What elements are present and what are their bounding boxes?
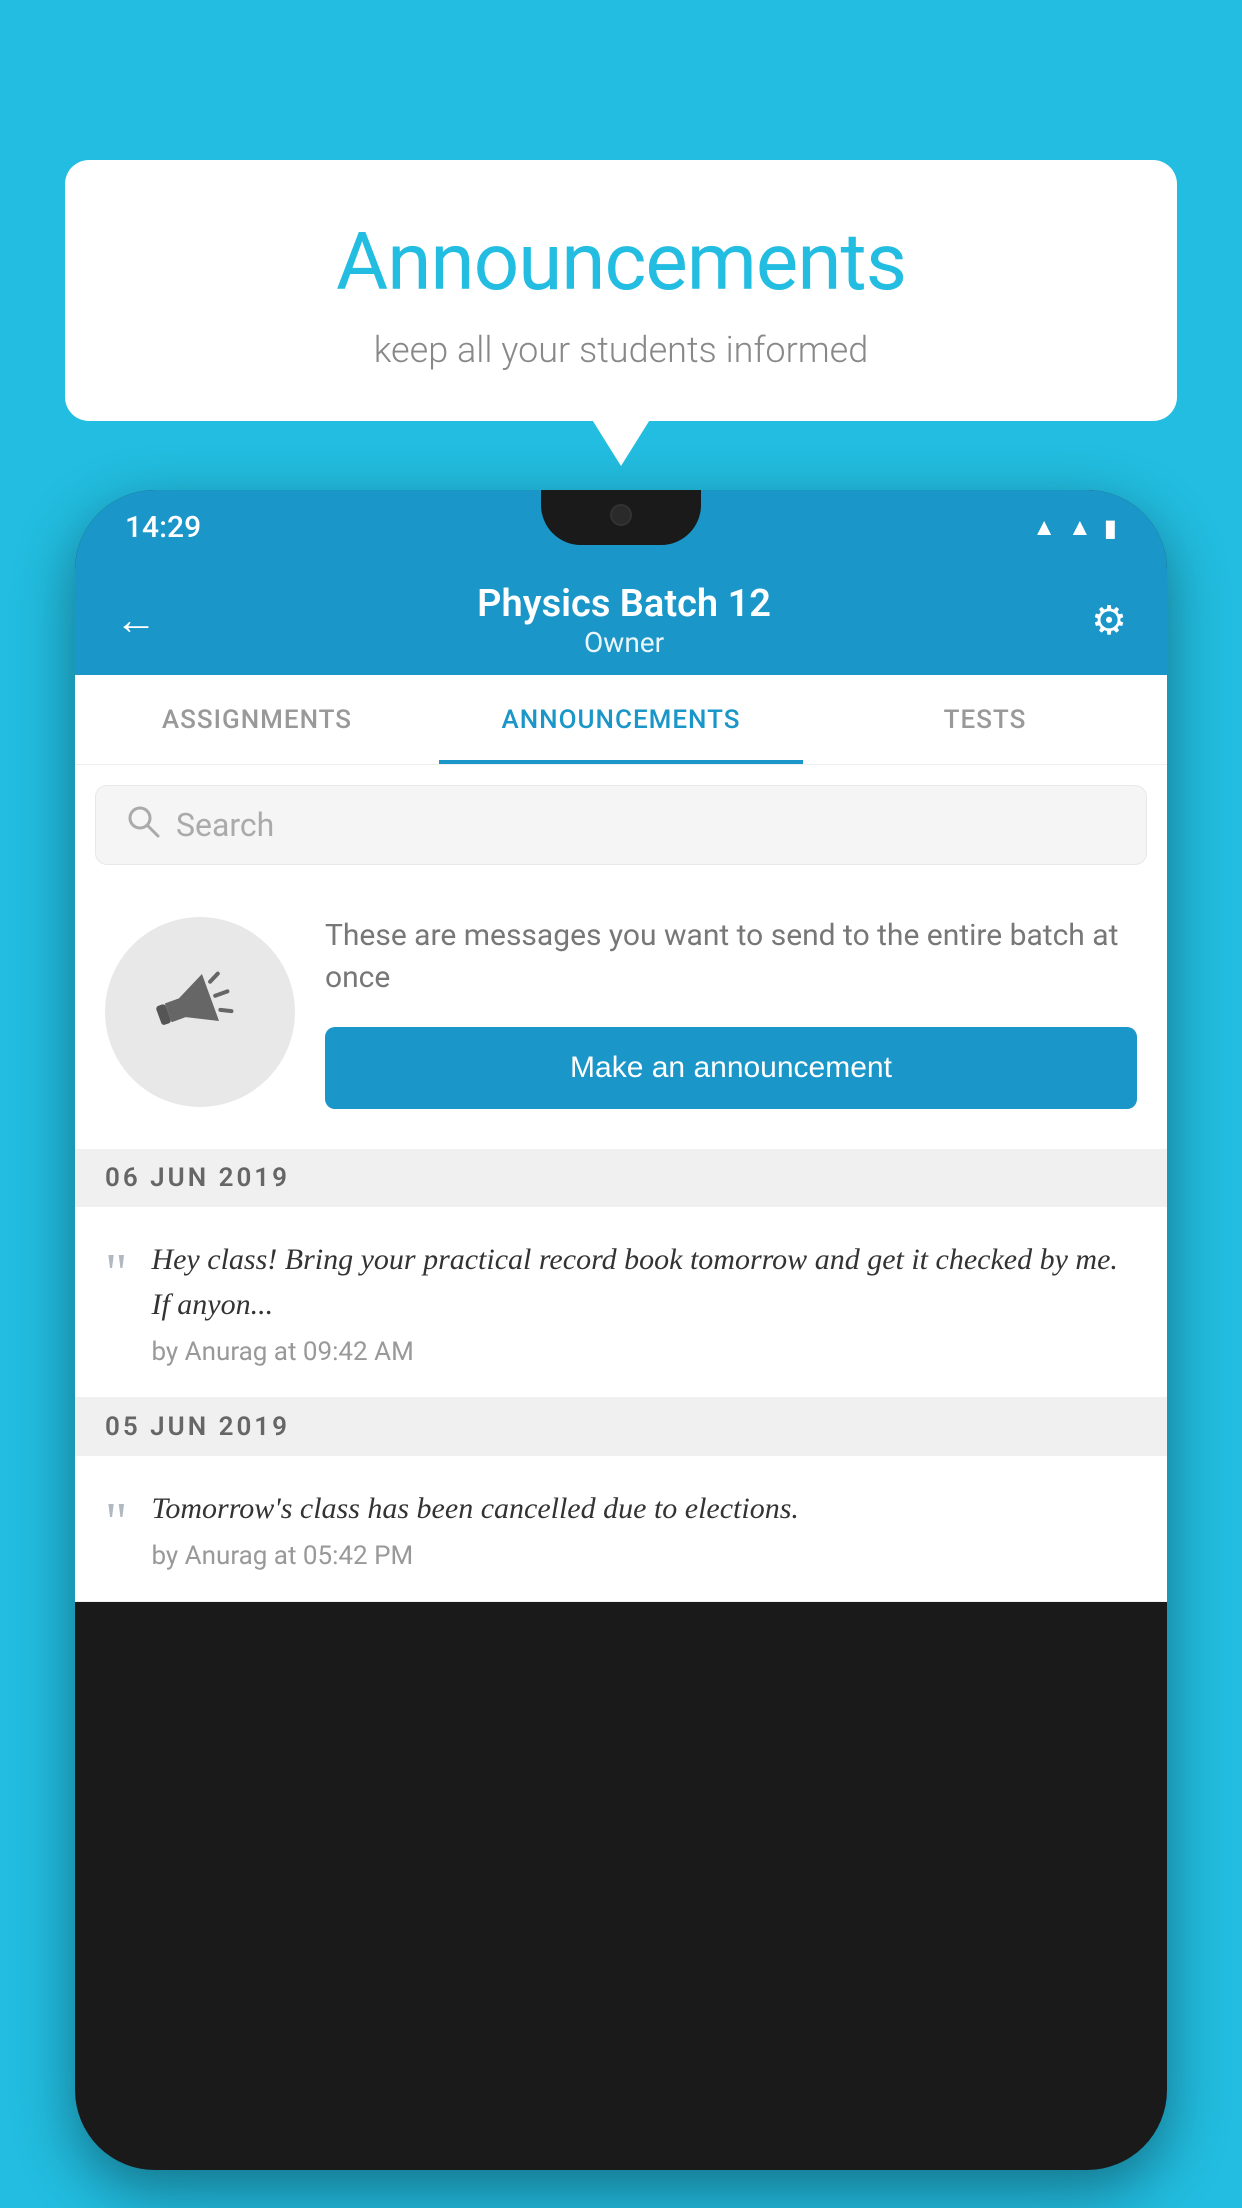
header-subtitle: Owner (157, 626, 1091, 659)
quote-icon-2: " (105, 1494, 127, 1549)
status-icons: ▲ ▲ ▮ (1032, 513, 1117, 542)
megaphone-icon (139, 944, 262, 1079)
promo-content: These are messages you want to send to t… (325, 915, 1137, 1109)
announcement-item-1[interactable]: " Hey class! Bring your practical record… (75, 1207, 1167, 1398)
battery-icon: ▮ (1104, 514, 1117, 542)
phone-container: 14:29 ▲ ▲ ▮ ← Physics Batch 12 Owner ⚙ A… (75, 490, 1167, 2208)
tab-assignments[interactable]: ASSIGNMENTS (75, 675, 439, 764)
app-header: ← Physics Batch 12 Owner ⚙ (75, 565, 1167, 675)
settings-button[interactable]: ⚙ (1091, 597, 1127, 644)
announcement-author-1: by Anurag at 09:42 AM (151, 1337, 1137, 1367)
header-title-area: Physics Batch 12 Owner (157, 582, 1091, 659)
tabs-bar: ASSIGNMENTS ANNOUNCEMENTS TESTS (75, 675, 1167, 765)
phone-frame: 14:29 ▲ ▲ ▮ ← Physics Batch 12 Owner ⚙ A… (75, 490, 1167, 2170)
phone-notch (541, 490, 701, 545)
quote-icon-1: " (105, 1245, 127, 1300)
wifi-icon: ▲ (1032, 513, 1056, 542)
announcement-item-2[interactable]: " Tomorrow's class has been cancelled du… (75, 1456, 1167, 1602)
back-button[interactable]: ← (115, 596, 157, 645)
header-title: Physics Batch 12 (157, 582, 1091, 626)
phone-screen: Search These are m (75, 765, 1167, 1602)
tab-tests[interactable]: TESTS (803, 675, 1167, 764)
date-separator-2: 05 JUN 2019 (75, 1398, 1167, 1456)
search-placeholder: Search (176, 806, 274, 844)
announcement-content-1: Hey class! Bring your practical record b… (151, 1237, 1137, 1367)
speech-bubble: Announcements keep all your students inf… (65, 160, 1177, 421)
signal-icon: ▲ (1068, 513, 1092, 542)
announcement-author-2: by Anurag at 05:42 PM (151, 1541, 1137, 1571)
status-time: 14:29 (125, 510, 201, 545)
make-announcement-button[interactable]: Make an announcement (325, 1027, 1137, 1109)
date-separator-1: 06 JUN 2019 (75, 1149, 1167, 1207)
announcement-text-1: Hey class! Bring your practical record b… (151, 1237, 1137, 1327)
promo-card: These are messages you want to send to t… (75, 885, 1167, 1149)
camera-dot (610, 504, 632, 526)
promo-icon-circle (105, 917, 295, 1107)
bubble-title: Announcements (125, 215, 1117, 309)
announcement-content-2: Tomorrow's class has been cancelled due … (151, 1486, 1137, 1571)
bubble-subtitle: keep all your students informed (125, 329, 1117, 371)
promo-description: These are messages you want to send to t… (325, 915, 1137, 999)
tab-announcements[interactable]: ANNOUNCEMENTS (439, 675, 803, 764)
speech-bubble-section: Announcements keep all your students inf… (65, 160, 1177, 421)
announcement-text-2: Tomorrow's class has been cancelled due … (151, 1486, 1137, 1531)
search-bar[interactable]: Search (95, 785, 1147, 865)
search-icon (126, 804, 160, 847)
